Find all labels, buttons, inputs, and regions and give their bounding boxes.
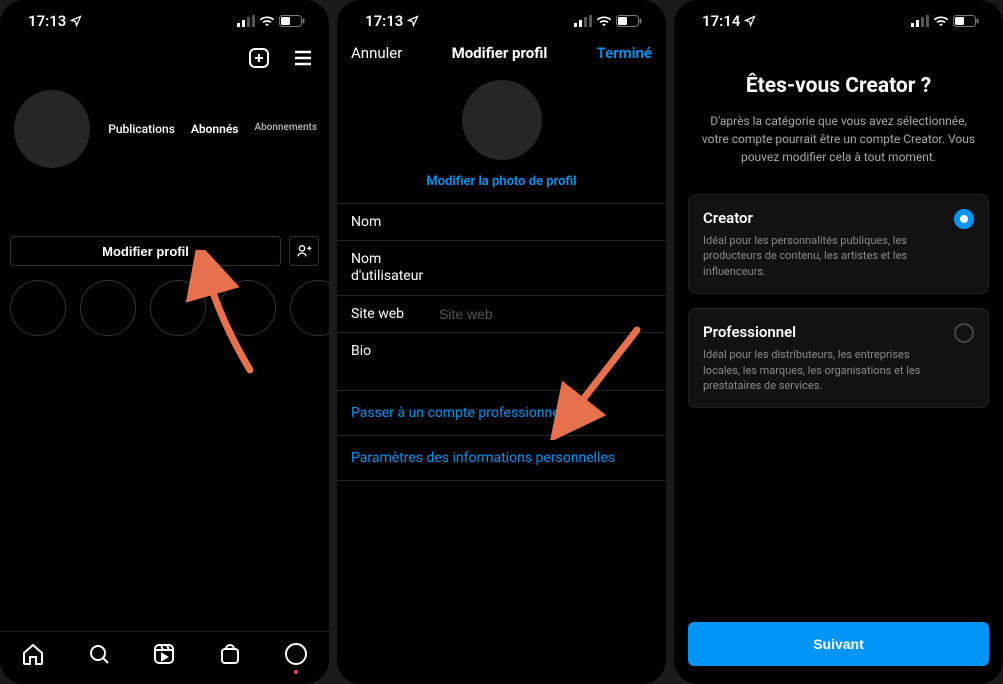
hamburger-menu-icon[interactable] xyxy=(291,46,315,74)
wifi-icon xyxy=(933,15,949,27)
status-time: 17:13 xyxy=(28,12,66,30)
story-highlights xyxy=(0,266,329,350)
bio-input[interactable] xyxy=(439,343,652,359)
battery-icon xyxy=(279,15,305,27)
story-highlight[interactable] xyxy=(150,280,206,336)
search-icon[interactable] xyxy=(87,642,111,670)
question-title: Êtes-vous Creator ? xyxy=(696,74,981,98)
discover-people-button[interactable] xyxy=(289,236,319,266)
bio-field-row[interactable]: Bio xyxy=(337,333,666,391)
change-photo-link[interactable]: Modifier la photo de profil xyxy=(426,174,576,189)
bottom-nav xyxy=(0,631,329,684)
username-field-row[interactable]: Nom d'utilisateur xyxy=(337,241,666,296)
story-highlight[interactable] xyxy=(80,280,136,336)
edit-profile-screen: 17:13 Annuler Modifier profil Terminé Mo… xyxy=(337,0,666,684)
option-description: Idéal pour les distributeurs, les entrep… xyxy=(703,347,936,393)
status-bar: 17:14 xyxy=(674,0,1003,38)
shop-icon[interactable] xyxy=(218,642,242,670)
stat-abonnements[interactable]: Abonnements xyxy=(254,122,317,136)
option-professional[interactable]: Professionnel Idéal pour les distributeu… xyxy=(688,308,989,408)
website-label: Site web xyxy=(351,306,439,322)
personal-info-link[interactable]: Paramètres des informations personnelles xyxy=(337,436,666,481)
radio-unselected-icon xyxy=(954,323,974,343)
story-highlight[interactable] xyxy=(220,280,276,336)
option-description: Idéal pour les personnalités publiques, … xyxy=(703,233,936,279)
page-title: Modifier profil xyxy=(452,44,548,62)
website-input[interactable] xyxy=(439,306,652,322)
stat-abonnes[interactable]: Abonnés xyxy=(191,122,239,136)
home-icon[interactable] xyxy=(21,642,45,670)
username-input[interactable] xyxy=(439,260,652,276)
cell-signal-icon xyxy=(237,15,255,27)
cell-signal-icon xyxy=(574,15,592,27)
question-subtitle: D'après la catégorie que vous avez sélec… xyxy=(696,112,981,166)
status-bar: 17:13 xyxy=(0,0,329,38)
cell-signal-icon xyxy=(911,15,929,27)
name-input[interactable] xyxy=(439,214,652,230)
username-label: Nom d'utilisateur xyxy=(351,251,439,285)
next-button[interactable]: Suivant xyxy=(688,622,989,666)
battery-icon xyxy=(953,15,979,27)
battery-icon xyxy=(616,15,642,27)
reels-icon[interactable] xyxy=(152,642,176,670)
done-button[interactable]: Terminé xyxy=(597,44,652,62)
status-bar: 17:13 xyxy=(337,0,666,38)
option-title: Professionnel xyxy=(703,323,936,341)
option-creator[interactable]: Creator Idéal pour les personnalités pub… xyxy=(688,194,989,294)
wifi-icon xyxy=(596,15,612,27)
status-time: 17:14 xyxy=(702,12,740,30)
location-icon xyxy=(70,15,82,27)
name-field-row[interactable]: Nom xyxy=(337,203,666,241)
avatar[interactable] xyxy=(14,90,90,168)
location-icon xyxy=(744,15,756,27)
option-title: Creator xyxy=(703,209,936,227)
website-field-row[interactable]: Site web xyxy=(337,296,666,333)
cancel-button[interactable]: Annuler xyxy=(351,44,402,62)
creator-choice-screen: 17:14 Êtes-vous Creator ? D'après la cat… xyxy=(674,0,1003,684)
radio-selected-icon xyxy=(954,209,974,229)
wifi-icon xyxy=(259,15,275,27)
avatar[interactable] xyxy=(462,80,542,160)
name-label: Nom xyxy=(351,214,439,230)
profile-tab-icon[interactable] xyxy=(284,642,308,670)
story-highlight[interactable] xyxy=(290,280,329,336)
status-time: 17:13 xyxy=(365,12,403,30)
profile-screen: 17:13 Publications Abonnés Abonnements M… xyxy=(0,0,329,684)
story-highlight[interactable] xyxy=(10,280,66,336)
edit-profile-button[interactable]: Modifier profil xyxy=(10,236,281,266)
create-post-icon[interactable] xyxy=(247,46,271,74)
bio-label: Bio xyxy=(351,343,439,359)
location-icon xyxy=(407,15,419,27)
stat-publications[interactable]: Publications xyxy=(108,122,175,136)
switch-professional-link[interactable]: Passer à un compte professionnel xyxy=(337,391,666,436)
